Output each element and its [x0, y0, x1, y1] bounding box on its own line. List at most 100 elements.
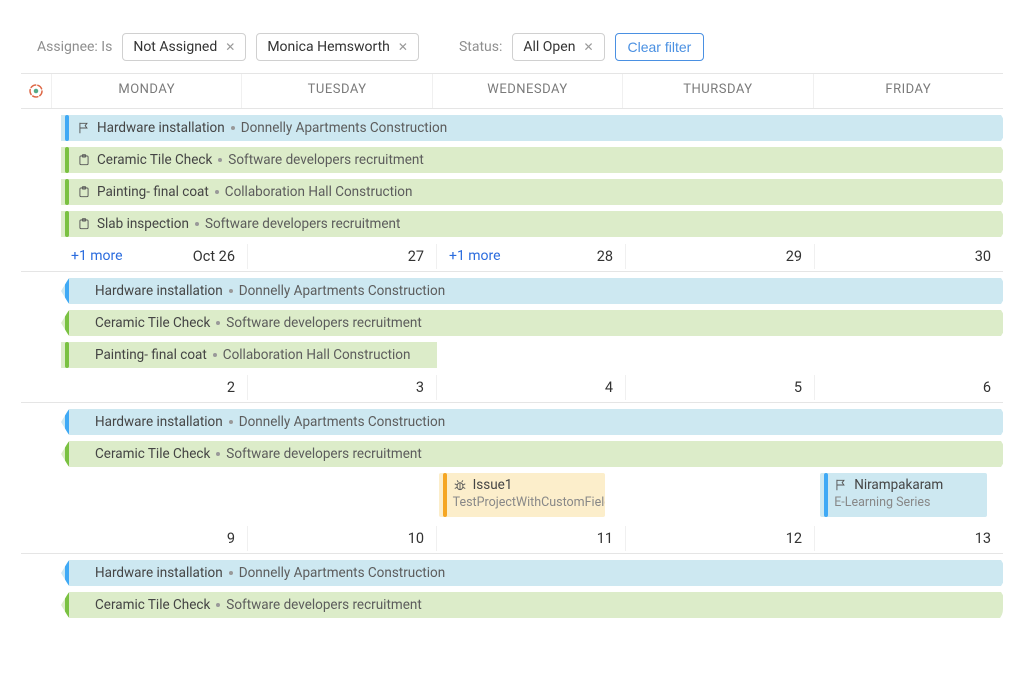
date-cell[interactable]: 9 [51, 526, 247, 551]
milestone-icon [77, 121, 91, 135]
chip-text: All Open [523, 39, 575, 55]
date-cell[interactable]: 6 [814, 375, 1003, 400]
gear-icon [27, 82, 45, 100]
date-label: 11 [597, 530, 613, 547]
assignee-label: Assignee: Is [37, 39, 112, 55]
date-label: 5 [794, 379, 802, 396]
dot-separator [195, 222, 199, 226]
event-title: Ceramic Tile Check [95, 446, 210, 462]
event-bar[interactable]: Ceramic Tile Check Software developers re… [61, 147, 1004, 173]
event-stripe [65, 278, 69, 304]
filter-chip-status[interactable]: All Open ✕ [512, 33, 604, 61]
event-bar[interactable]: Painting- final coatCollaboration Hall C… [61, 342, 437, 368]
more-link[interactable]: +1 more [71, 248, 123, 264]
dot-separator [215, 190, 219, 194]
dot-separator [229, 289, 233, 293]
date-label: 10 [408, 530, 424, 547]
day-header-monday: MONDAY [51, 74, 241, 108]
event-stripe [65, 560, 69, 586]
date-cell[interactable]: 13 [814, 526, 1003, 551]
week-block: Hardware installationDonnelly Apartments… [21, 271, 1003, 402]
close-icon[interactable]: ✕ [225, 40, 235, 54]
event-stripe [443, 473, 447, 517]
event-card[interactable]: Issue1 TestProjectWithCustomFields [439, 473, 606, 517]
date-cell[interactable]: 3 [247, 375, 436, 400]
event-bar[interactable]: Hardware installationDonnelly Apartments… [61, 115, 1004, 141]
date-label: 12 [786, 530, 802, 547]
date-cell[interactable]: 12 [625, 526, 814, 551]
event-title: Ceramic Tile Check [97, 152, 212, 168]
week-block: Hardware installationDonnelly Apartments… [21, 553, 1003, 618]
task-icon [77, 217, 91, 231]
date-row: 9 10 11 12 13 [21, 525, 1003, 553]
event-subtitle: E-Learning Series [834, 495, 979, 510]
close-icon[interactable]: ✕ [398, 40, 408, 54]
date-cell[interactable]: 2 [51, 375, 247, 400]
event-stripe [65, 592, 69, 618]
event-stripe [65, 310, 69, 336]
filter-chip-not-assigned[interactable]: Not Assigned ✕ [122, 33, 246, 61]
dot-separator [216, 603, 220, 607]
chip-text: Not Assigned [133, 39, 217, 55]
date-cell[interactable]: 5 [625, 375, 814, 400]
event-area: Hardware installationDonnelly Apartments… [21, 554, 1003, 618]
event-project: Collaboration Hall Construction [225, 184, 413, 200]
date-label: 13 [975, 530, 991, 547]
calendar-body: Hardware installationDonnelly Apartments… [21, 109, 1003, 618]
day-header-wednesday: WEDNESDAY [432, 74, 622, 108]
event-bar[interactable]: Hardware installationDonnelly Apartments… [61, 278, 1004, 304]
event-stripe [65, 409, 69, 435]
event-bar[interactable]: Hardware installationDonnelly Apartments… [61, 409, 1004, 435]
date-row: +1 moreOct 26 27 +1 more28 29 30 [21, 243, 1003, 271]
event-title: Hardware installation [95, 414, 223, 430]
status-label: Status: [459, 39, 502, 55]
dot-separator [229, 420, 233, 424]
filter-bar: Assignee: Is Not Assigned ✕ Monica Hemsw… [21, 21, 1003, 74]
event-title: Hardware installation [95, 565, 223, 581]
event-bar[interactable]: Painting- final coatCollaboration Hall C… [61, 179, 1004, 205]
date-label: 4 [605, 379, 613, 396]
date-cell[interactable]: +1 more28 [436, 244, 625, 269]
date-cell[interactable]: 27 [247, 244, 436, 269]
event-project: Software developers recruitment [226, 597, 421, 613]
event-title: Issue1 [473, 477, 513, 493]
event-subtitle: TestProjectWithCustomFields [453, 495, 598, 510]
event-project: Software developers recruitment [226, 315, 421, 331]
week-block: Hardware installationDonnelly Apartments… [21, 109, 1003, 271]
event-bar[interactable]: Ceramic Tile CheckSoftware developers re… [61, 592, 1004, 618]
day-header-row: MONDAY TUESDAY WEDNESDAY THURSDAY FRIDAY [21, 74, 1003, 109]
date-cell[interactable]: +1 moreOct 26 [51, 244, 247, 269]
week-block: Hardware installationDonnelly Apartments… [21, 402, 1003, 553]
event-bar[interactable]: Slab inspectionSoftware developers recru… [61, 211, 1004, 237]
more-link[interactable]: +1 more [449, 248, 501, 264]
event-card[interactable]: NirampakaramE-Learning Series [820, 473, 987, 517]
date-cell[interactable]: 11 [436, 526, 625, 551]
event-project: Software developers recruitment [228, 152, 423, 168]
dot-separator [231, 126, 235, 130]
filter-chip-monica[interactable]: Monica Hemsworth ✕ [256, 33, 419, 61]
date-cell[interactable]: 10 [247, 526, 436, 551]
clear-filter-button[interactable]: Clear filter [615, 33, 705, 61]
date-label: 6 [983, 379, 991, 396]
date-label: 29 [786, 248, 802, 265]
dot-separator [229, 571, 233, 575]
day-header-tuesday: TUESDAY [241, 74, 431, 108]
event-title: Painting- final coat [95, 347, 207, 363]
calendar-settings[interactable] [21, 74, 51, 108]
calendar-view: Assignee: Is Not Assigned ✕ Monica Hemsw… [20, 20, 1004, 625]
date-cell[interactable]: 29 [625, 244, 814, 269]
date-label: 27 [408, 248, 424, 265]
event-stripe [65, 179, 69, 205]
task-icon [77, 185, 91, 199]
event-bar[interactable]: Ceramic Tile CheckSoftware developers re… [61, 441, 1004, 467]
event-title: Ceramic Tile Check [95, 315, 210, 331]
event-bar[interactable]: Hardware installationDonnelly Apartments… [61, 560, 1004, 586]
dot-separator [213, 353, 217, 357]
event-title: Hardware installation [95, 283, 223, 299]
event-bar[interactable]: Ceramic Tile Check Software developers re… [61, 310, 1004, 336]
event-area: Hardware installationDonnelly Apartments… [21, 109, 1003, 237]
date-cell[interactable]: 30 [814, 244, 1003, 269]
event-area: Hardware installationDonnelly Apartments… [21, 403, 1003, 521]
date-cell[interactable]: 4 [436, 375, 625, 400]
close-icon[interactable]: ✕ [583, 40, 593, 54]
